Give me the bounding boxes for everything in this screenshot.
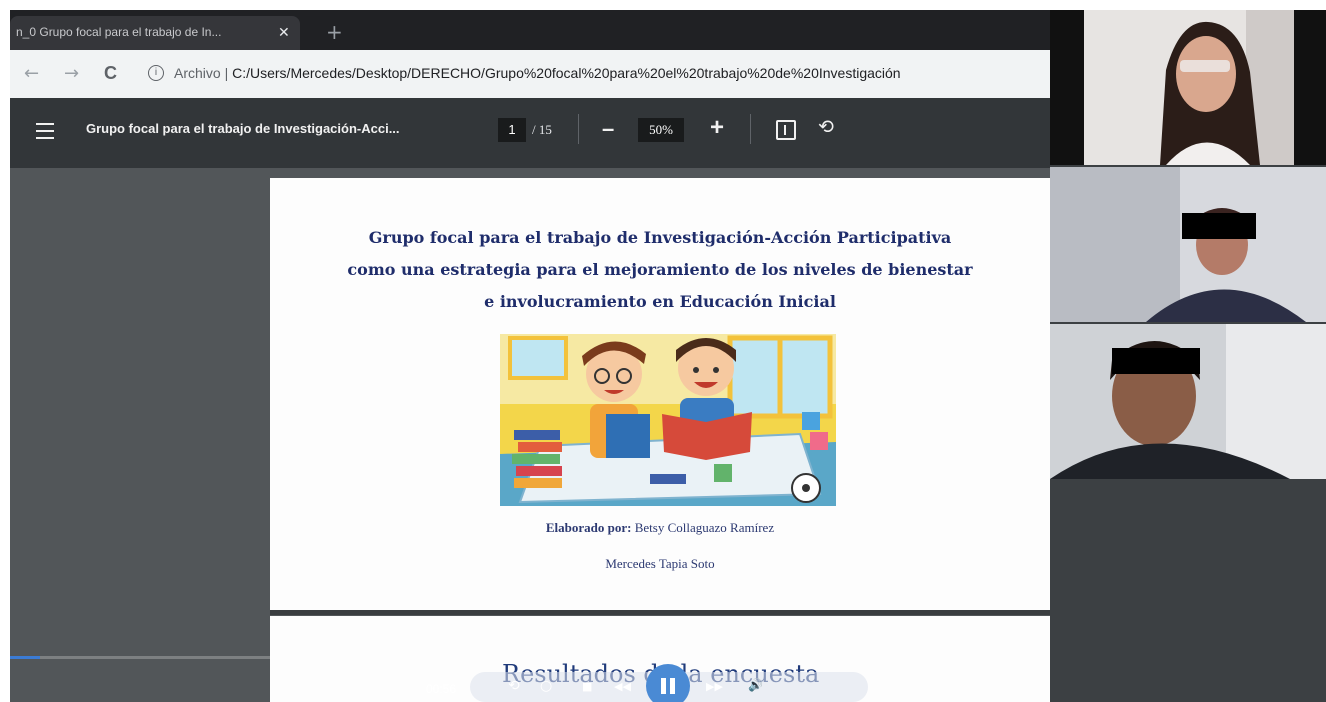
- menu-icon[interactable]: [36, 123, 54, 139]
- page-title-line: e involucramiento en Educación Inicial: [484, 292, 836, 311]
- new-tab-icon[interactable]: +: [326, 20, 343, 44]
- browser-tab[interactable]: n_0 Grupo focal para el trabajo de In...…: [10, 16, 300, 50]
- participants-panel: [1050, 10, 1326, 702]
- document-title: Grupo focal para el trabajo de Investiga…: [86, 121, 400, 136]
- author-name: Mercedes Tapia Soto: [605, 556, 715, 571]
- participant-video[interactable]: [1050, 10, 1326, 165]
- pdf-page: Grupo focal para el trabajo de Investiga…: [270, 178, 1050, 615]
- pdf-toolbar: Grupo focal para el trabajo de Investiga…: [10, 98, 1050, 168]
- forward-icon[interactable]: →: [64, 63, 79, 84]
- tab-title: n_0 Grupo focal para el trabajo de In...: [16, 25, 222, 39]
- page-title-line: Grupo focal para el trabajo de Investiga…: [368, 228, 952, 247]
- credit-line: Elaborado por: Betsy Collaguazo Ramírez: [270, 520, 1050, 536]
- stop-icon[interactable]: ■: [582, 680, 592, 693]
- redaction-bar: [1112, 348, 1200, 374]
- toolbar-divider: [578, 114, 579, 144]
- fast-forward-icon[interactable]: ▶▶: [706, 680, 723, 693]
- url-text: Archivo | C:/Users/Mercedes/Desktop/DERE…: [174, 65, 901, 81]
- browser-tab-strip: n_0 Grupo focal para el trabajo de In...…: [10, 10, 1050, 50]
- page-count: / 15: [532, 122, 552, 137]
- url-scheme-label: Archivo |: [174, 65, 233, 81]
- video-time: 00:56: [426, 682, 457, 696]
- redaction-bar: [1182, 213, 1256, 239]
- page-number-input[interactable]: 1: [498, 118, 526, 142]
- back-icon[interactable]: ←: [24, 63, 39, 84]
- participant-video[interactable]: [1050, 324, 1326, 479]
- screen-frame: n_0 Grupo focal para el trabajo de In...…: [10, 10, 1326, 702]
- zoom-level-input[interactable]: 50%: [638, 118, 684, 142]
- page-title-line: como una estrategia para el mejoramiento…: [347, 260, 973, 279]
- url-path: C:/Users/Mercedes/Desktop/DERECHO/Grupo%…: [232, 65, 901, 81]
- zoom-in-button[interactable]: +: [710, 114, 724, 142]
- author-name: Betsy Collaguazo Ramírez: [634, 520, 775, 535]
- credit-label: Elaborado por:: [545, 520, 632, 535]
- address-bar-row: ← → C i Archivo | C:/Users/Mercedes/Desk…: [10, 50, 1050, 98]
- rotate-icon[interactable]: ⟲: [818, 116, 834, 138]
- video-progress-fill: [10, 656, 41, 659]
- replay-icon[interactable]: ⟲: [508, 678, 520, 694]
- fit-to-page-icon[interactable]: [776, 120, 796, 140]
- toolbar-divider: [750, 114, 751, 144]
- reload-icon[interactable]: C: [104, 63, 117, 84]
- close-tab-icon[interactable]: ✕: [278, 24, 290, 41]
- video-controls: ⟲ ○ ■ ◀◀ ▶▶ 🔊: [470, 664, 868, 702]
- children-reading-illustration: [500, 334, 836, 506]
- volume-icon[interactable]: 🔊: [748, 678, 763, 692]
- rewind-icon[interactable]: ◀◀: [614, 680, 631, 693]
- participant-video[interactable]: [1050, 167, 1326, 322]
- pause-icon[interactable]: [646, 664, 690, 702]
- info-icon[interactable]: i: [148, 65, 164, 81]
- loop-icon[interactable]: ○: [540, 678, 552, 694]
- url-input[interactable]: i Archivo | C:/Users/Mercedes/Desktop/DE…: [138, 58, 1050, 90]
- zoom-out-button[interactable]: –: [602, 116, 614, 142]
